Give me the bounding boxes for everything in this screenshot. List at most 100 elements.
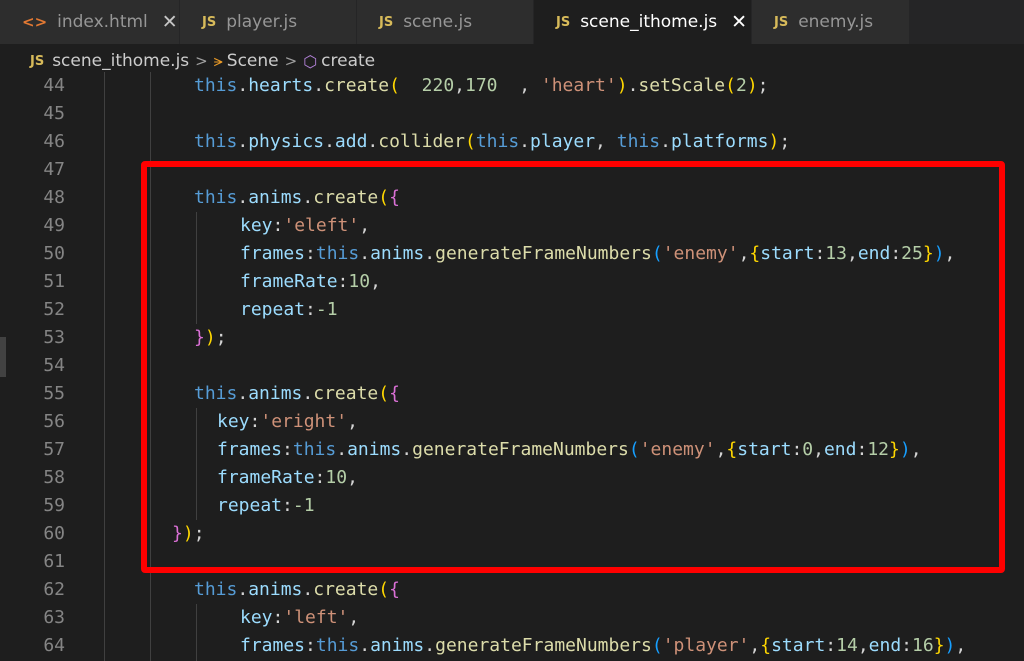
tab-label: player.js: [226, 12, 298, 32]
code-line[interactable]: 64 frames:this.anims.generateFrameNumbers…: [0, 632, 1024, 660]
code-token: ,: [857, 635, 869, 656]
close-icon[interactable]: ✕: [162, 11, 178, 33]
code-token: .: [237, 131, 249, 152]
code-token: .: [627, 75, 639, 96]
code-line[interactable]: 46 this.physics.add.collider(this.player,…: [0, 128, 1024, 156]
code-token: anims: [248, 579, 303, 600]
code-token: this: [475, 131, 520, 152]
code-token: .: [424, 635, 436, 656]
chevron-right-icon: >: [195, 52, 208, 70]
tab-enemy-js[interactable]: JS enemy.js: [752, 0, 910, 44]
code-token: ): [944, 635, 956, 656]
tab-label: enemy.js: [798, 12, 874, 32]
line-number: 44: [43, 75, 65, 96]
code-line[interactable]: 63 key:'left',: [0, 604, 1024, 632]
code-token: (: [464, 131, 476, 152]
code-token: ;: [779, 131, 791, 152]
code-token: 'heart': [540, 75, 617, 96]
code-line[interactable]: 45: [0, 100, 1024, 128]
code-token: (: [389, 75, 400, 96]
line-number: 64: [43, 635, 65, 656]
code-token: :: [825, 635, 837, 656]
code-token: this: [616, 131, 661, 152]
js-file-icon: JS: [30, 53, 45, 69]
code-token: .: [302, 579, 314, 600]
code-token: setScale: [638, 75, 726, 96]
code-token: .: [359, 635, 371, 656]
code-token: ,: [955, 635, 967, 656]
code-token: :: [272, 607, 284, 628]
line-number: 55: [43, 383, 65, 404]
tab-index-html[interactable]: <> index.html ✕: [0, 0, 180, 44]
line-number: 63: [43, 607, 65, 628]
code-token: ): [768, 131, 780, 152]
breadcrumb-method[interactable]: create: [321, 51, 375, 71]
code-token: 170: [465, 75, 498, 96]
line-number: 45: [43, 103, 65, 124]
line-number: 56: [43, 411, 65, 432]
code-text: this.anims.create({: [194, 576, 400, 604]
code-token: :: [305, 635, 316, 656]
tab-scene-js[interactable]: JS scene.js: [357, 0, 534, 44]
tab-player-js[interactable]: JS player.js: [180, 0, 357, 44]
js-file-icon: JS: [379, 14, 394, 30]
code-token: 14: [836, 635, 858, 656]
tab-scene-ithome-js[interactable]: JS scene_ithome.js ✕: [534, 0, 752, 44]
method-symbol-icon: ⬡: [303, 51, 318, 71]
code-token: }: [933, 635, 945, 656]
line-number: 62: [43, 579, 65, 600]
editor-tab-bar: <> index.html ✕ JS player.js JS scene.js JS scen…: [0, 0, 1024, 44]
html-file-icon: <>: [22, 13, 48, 31]
class-symbol-icon: ⪫: [213, 51, 223, 70]
code-token: frames: [240, 635, 306, 656]
line-number: 52: [43, 299, 65, 320]
code-token: this: [315, 635, 360, 656]
line-number: 59: [43, 495, 65, 516]
code-token: .: [519, 131, 531, 152]
code-text: this.hearts.create( 220,170 , 'heart').s…: [194, 72, 769, 100]
line-number: 60: [43, 523, 65, 544]
code-token: .: [313, 75, 325, 96]
close-icon[interactable]: ✕: [731, 11, 747, 33]
line-number: 49: [43, 215, 65, 236]
code-token: generateFrameNumbers: [435, 635, 652, 656]
code-token: platforms: [670, 131, 769, 152]
code-token: start: [771, 635, 826, 656]
js-file-icon: JS: [556, 14, 571, 30]
code-token: collider: [378, 131, 465, 152]
tab-label: scene_ithome.js: [580, 12, 718, 32]
code-text: this.physics.add.collider(this.player, t…: [194, 128, 790, 156]
code-token: .: [367, 131, 379, 152]
code-token: end: [868, 635, 902, 656]
code-token: add: [334, 131, 368, 152]
code-token: ;: [757, 75, 769, 96]
line-number: 53: [43, 327, 65, 348]
code-token: (: [725, 75, 736, 96]
code-token: ,: [749, 635, 761, 656]
code-token: 220: [421, 75, 455, 96]
line-number: 58: [43, 467, 65, 488]
breadcrumb-class[interactable]: Scene: [227, 51, 279, 71]
code-token: .: [324, 131, 335, 152]
tab-label: index.html: [57, 12, 148, 32]
highlight-box: [141, 161, 1005, 573]
line-number: 47: [43, 159, 65, 180]
code-token: this: [194, 131, 238, 152]
code-token: this: [194, 75, 238, 96]
chevron-right-icon: >: [284, 52, 298, 70]
code-token: :: [901, 635, 913, 656]
code-token: (: [378, 579, 390, 600]
line-number: 61: [43, 551, 65, 572]
scrollbar-thumb[interactable]: [0, 337, 6, 377]
line-number: 50: [43, 243, 65, 264]
code-token: player: [530, 131, 596, 152]
code-token: create: [313, 579, 379, 600]
code-line[interactable]: 44 this.hearts.create( 220,170 , 'heart')…: [0, 72, 1024, 100]
breadcrumb-file[interactable]: scene_ithome.js: [52, 51, 189, 71]
code-token: 2: [735, 75, 747, 96]
line-number: 46: [43, 131, 65, 152]
line-number: 57: [43, 439, 65, 460]
code-line[interactable]: 62 this.anims.create({: [0, 576, 1024, 604]
code-token: (: [651, 635, 663, 656]
